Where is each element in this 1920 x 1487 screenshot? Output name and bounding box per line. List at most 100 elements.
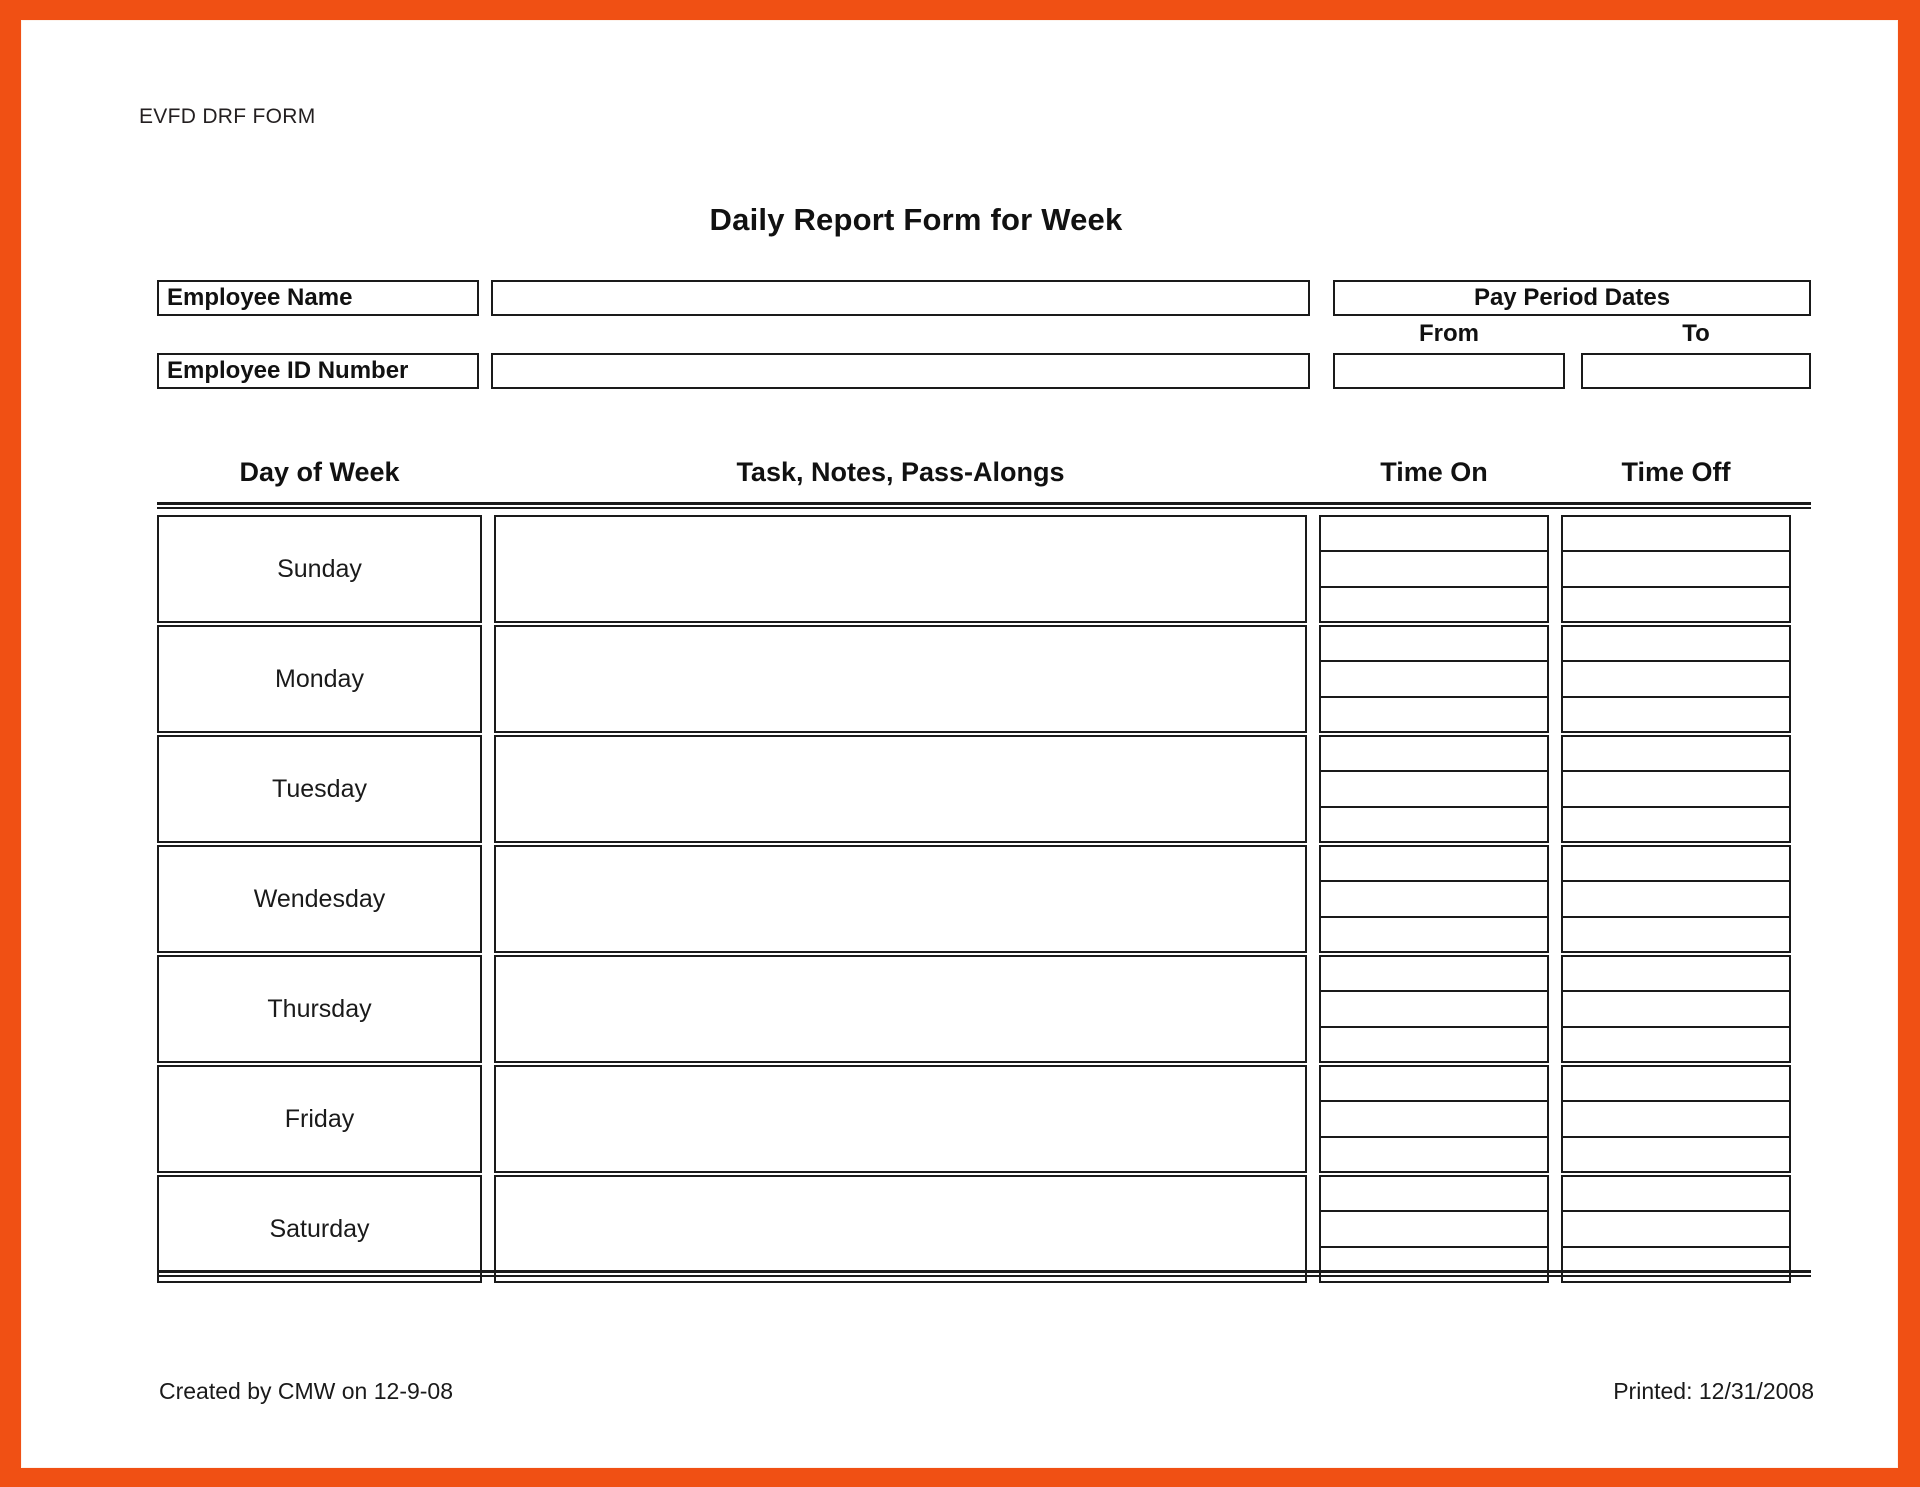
time-off-slot-input[interactable] [1563,588,1789,621]
table-row: Wendesday [157,845,1811,953]
time-on-slot-input[interactable] [1321,1028,1547,1061]
time-on-slot-input[interactable] [1321,847,1547,883]
time-off-slot-input[interactable] [1563,1067,1789,1103]
page-content: EVFD DRF FORM Daily Report Form for Week… [21,20,1898,1468]
footer-printed-text: Printed: 12/31/2008 [1613,1378,1814,1404]
day-of-week-cell: Monday [157,625,482,733]
time-off-slot-input[interactable] [1563,552,1789,588]
time-off-cell [1561,955,1791,1063]
task-notes-input[interactable] [494,1065,1307,1173]
task-notes-input[interactable] [494,515,1307,623]
day-of-week-cell: Tuesday [157,735,482,843]
day-of-week-cell: Wendesday [157,845,482,953]
pay-period-from-label: From [1419,320,1479,347]
time-off-slot-input[interactable] [1563,698,1789,731]
time-off-cell [1561,845,1791,953]
time-off-slot-input[interactable] [1563,992,1789,1028]
time-on-slot-stack [1321,627,1547,731]
day-of-week-cell: Thursday [157,955,482,1063]
time-off-slot-input[interactable] [1563,1028,1789,1061]
day-of-week-cell: Sunday [157,515,482,623]
pay-period-to-label: To [1682,320,1710,347]
page-sheet: EVFD DRF FORM Daily Report Form for Week… [21,20,1898,1468]
column-header-day-of-week: Day of Week [239,457,400,487]
time-on-slot-stack [1321,737,1547,841]
time-on-slot-input[interactable] [1321,662,1547,698]
time-off-slot-input[interactable] [1563,847,1789,883]
time-off-slot-input[interactable] [1563,627,1789,663]
table-row: Friday [157,1065,1811,1173]
time-on-slot-input[interactable] [1321,698,1547,731]
time-on-slot-input[interactable] [1321,1138,1547,1171]
time-off-slot-input[interactable] [1563,918,1789,951]
time-off-slot-stack [1563,517,1789,621]
task-notes-input[interactable] [494,1175,1307,1283]
day-of-week-label: Sunday [277,554,362,583]
day-of-week-label: Friday [284,1104,355,1133]
time-on-slot-stack [1321,1067,1547,1171]
time-on-slot-input[interactable] [1321,1212,1547,1248]
employee-name-input[interactable] [491,280,1310,316]
time-on-slot-stack [1321,1177,1547,1281]
table-row: Thursday [157,955,1811,1063]
time-off-slot-input[interactable] [1563,1177,1789,1213]
time-on-slot-input[interactable] [1321,808,1547,841]
day-of-week-label: Monday [275,664,364,693]
time-on-slot-input[interactable] [1321,1102,1547,1138]
day-of-week-label: Wendesday [253,884,386,913]
task-notes-input[interactable] [494,955,1307,1063]
time-on-slot-input[interactable] [1321,918,1547,951]
time-off-cell [1561,735,1791,843]
task-notes-input[interactable] [494,845,1307,953]
page-title: Daily Report Form for Week [709,202,1123,237]
time-off-slot-stack [1563,847,1789,951]
pay-period-dates-label: Pay Period Dates [1333,280,1811,316]
column-header-task-notes: Task, Notes, Pass-Alongs [736,457,1065,487]
time-on-slot-input[interactable] [1321,1067,1547,1103]
employee-id-label: Employee ID Number [157,353,479,389]
time-off-slot-input[interactable] [1563,882,1789,918]
time-off-slot-input[interactable] [1563,957,1789,993]
time-on-slot-stack [1321,957,1547,1061]
time-on-slot-input[interactable] [1321,1177,1547,1213]
table-row: Monday [157,625,1811,733]
time-off-slot-input[interactable] [1563,808,1789,841]
time-off-slot-stack [1563,737,1789,841]
task-notes-input[interactable] [494,735,1307,843]
identification-band: Employee Name Employee ID Number Pay Per… [157,276,1811,394]
time-on-slot-input[interactable] [1321,517,1547,553]
time-on-slot-input[interactable] [1321,552,1547,588]
table-row: Tuesday [157,735,1811,843]
time-off-slot-input[interactable] [1563,517,1789,553]
time-on-slot-input[interactable] [1321,882,1547,918]
time-on-cell [1319,515,1549,623]
day-of-week-cell: Saturday [157,1175,482,1283]
time-on-slot-input[interactable] [1321,737,1547,773]
time-on-slot-stack [1321,847,1547,951]
time-on-slot-input[interactable] [1321,772,1547,808]
employee-id-input[interactable] [491,353,1310,389]
time-on-cell [1319,1065,1549,1173]
pay-period-to-input[interactable] [1581,353,1811,389]
task-notes-input[interactable] [494,625,1307,733]
table-bottom-rule [157,1270,1811,1277]
time-on-cell [1319,1175,1549,1283]
time-on-slot-input[interactable] [1321,588,1547,621]
time-off-cell [1561,1065,1791,1173]
time-off-slot-input[interactable] [1563,1212,1789,1248]
day-of-week-label: Tuesday [272,774,367,803]
time-off-slot-input[interactable] [1563,772,1789,808]
pay-period-from-input[interactable] [1333,353,1565,389]
time-off-slot-input[interactable] [1563,1102,1789,1138]
time-on-slot-input[interactable] [1321,992,1547,1028]
time-off-cell [1561,625,1791,733]
time-off-slot-input[interactable] [1563,737,1789,773]
table-row: Saturday [157,1175,1811,1283]
time-on-slot-input[interactable] [1321,627,1547,663]
footer-created-text: Created by CMW on 12-9-08 [159,1378,454,1404]
employee-name-label: Employee Name [157,280,479,316]
day-of-week-cell: Friday [157,1065,482,1173]
time-on-slot-input[interactable] [1321,957,1547,993]
time-off-slot-input[interactable] [1563,1138,1789,1171]
time-off-slot-input[interactable] [1563,662,1789,698]
